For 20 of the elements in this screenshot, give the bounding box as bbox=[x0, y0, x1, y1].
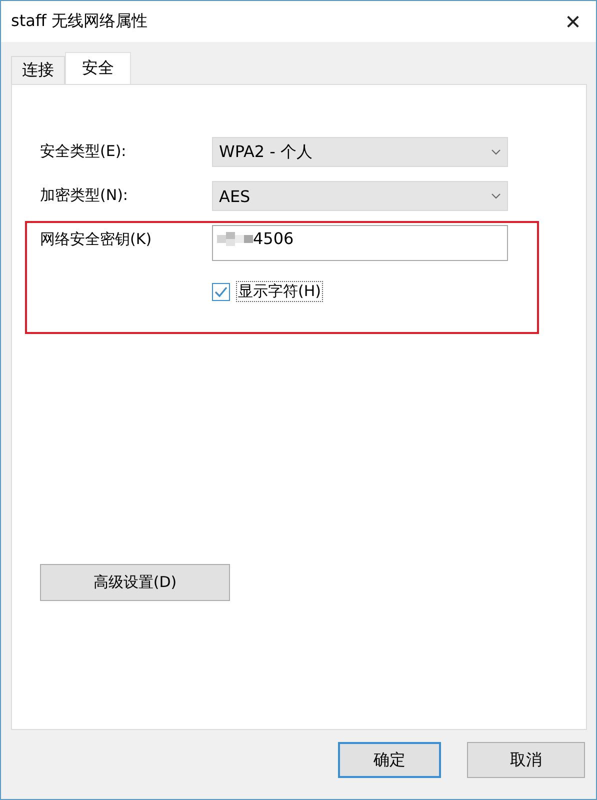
dropdown-value: AES bbox=[219, 186, 250, 206]
dropdown[interactable]: WPA2 - 个人 bbox=[212, 137, 508, 167]
field-label: 加密类型(N): bbox=[40, 185, 129, 205]
tab[interactable]: 连接 bbox=[11, 56, 65, 84]
dropdown-value: WPA2 - 个人 bbox=[219, 142, 313, 162]
window-title: staff 无线网络属性 bbox=[11, 11, 148, 32]
dialog-button[interactable]: 取消 bbox=[467, 742, 585, 778]
checkbox-label[interactable]: 显示字符(H) bbox=[236, 281, 323, 302]
chevron-icon bbox=[491, 193, 501, 199]
dialog-button[interactable]: 确定 bbox=[338, 742, 441, 778]
field-label: 网络安全密钥(K) bbox=[40, 229, 153, 249]
close-button[interactable]: ✕ bbox=[550, 1, 596, 42]
tab[interactable]: 安全 bbox=[65, 52, 131, 84]
input-field[interactable]: 4506 bbox=[212, 225, 508, 261]
field-label: 安全类型(E): bbox=[40, 141, 128, 161]
advanced-settings-button[interactable]: 高级设置(D) bbox=[40, 564, 230, 601]
dropdown[interactable]: AES bbox=[212, 181, 508, 211]
checkbox[interactable] bbox=[212, 282, 230, 300]
input-value: 4506 bbox=[253, 229, 294, 248]
chevron-icon bbox=[491, 149, 501, 155]
